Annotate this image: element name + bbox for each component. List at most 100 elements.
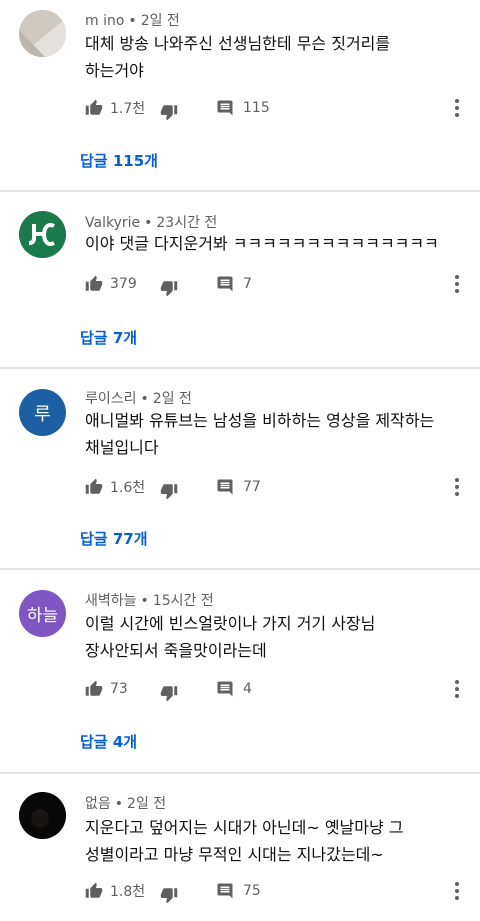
- comment-author[interactable]: 루이스리: [85, 391, 137, 407]
- comment-list: m ino • 2일 전 대체 방송 나와주신 선생님한테 무슨 짓거리를 하는거야…: [0, 0, 480, 921]
- comment-actions: 73 4: [85, 677, 475, 702]
- like-count: 1.7천: [110, 101, 146, 117]
- comment-time: 23시간 전: [156, 215, 218, 231]
- comment-time: 2일 전: [152, 391, 192, 407]
- reply-count: 75: [243, 883, 261, 899]
- view-replies-link[interactable]: 답글 77개: [80, 528, 148, 549]
- thumb-up-icon: [85, 478, 103, 494]
- comment-icon: [217, 883, 233, 899]
- comment-text-line: 이럴 시간에 빈스얼랏이나 가지 거기 사장님: [85, 614, 376, 633]
- comment-time: 2일 전: [140, 13, 180, 29]
- view-replies-link[interactable]: 답글 7개: [80, 327, 137, 348]
- avatar-initial: 루: [34, 403, 51, 425]
- comment: 하늘 새벽하늘 • 15시간 전 이럴 시간에 빈스얼랏이나 가지 거기 사장님 장…: [0, 571, 480, 774]
- thumb-down-icon: [160, 686, 178, 702]
- comment-meta: 루이스리 • 2일 전: [85, 391, 192, 407]
- reply-button[interactable]: 7: [216, 272, 252, 296]
- reply-button[interactable]: 75: [216, 879, 261, 903]
- view-replies-link[interactable]: 답글 115개: [80, 150, 158, 171]
- reply-button[interactable]: 77: [216, 475, 261, 499]
- thumb-down-icon: [160, 281, 178, 297]
- comment-text: 이야 댓글 다지운거봐 ㅋㅋㅋㅋㅋㅋㅋㅋㅋㅋㅋㅋㅋㅋ: [85, 230, 465, 257]
- comment: m ino • 2일 전 대체 방송 나와주신 선생님한테 무슨 짓거리를 하는거야…: [0, 0, 480, 192]
- like-button[interactable]: 379: [85, 272, 137, 296]
- comment-author[interactable]: 새벽하늘: [85, 593, 137, 609]
- comment-text: 대체 방송 나와주신 선생님한테 무슨 짓거리를 하는거야: [85, 30, 465, 84]
- comment-meta: m ino • 2일 전: [85, 13, 180, 29]
- comment-text-line: 애니멀봐 유튜브는 남성을 비하하는 영상을 제작하는: [85, 411, 435, 430]
- avatar[interactable]: 루: [19, 389, 66, 436]
- dislike-button[interactable]: [160, 276, 178, 300]
- like-count: 379: [110, 276, 137, 292]
- comment-meta: 없음 • 2일 전: [85, 796, 167, 812]
- like-button[interactable]: 1.8천: [85, 879, 145, 903]
- comment-text-line: 지운다고 덮어지는 시대가 아닌데~ 옛날마냥 그: [85, 818, 404, 837]
- comment: 없음 • 2일 전 지운다고 덮어지는 시대가 아닌데~ 옛날마냥 그 성별이라고 …: [0, 774, 480, 921]
- comment-actions: 1.7천 115: [85, 96, 475, 121]
- thumb-down-icon: [160, 888, 178, 904]
- reply-button[interactable]: 4: [216, 677, 252, 701]
- like-count: 73: [110, 681, 128, 697]
- dislike-button[interactable]: [160, 883, 178, 907]
- more-vert-icon[interactable]: [453, 879, 461, 903]
- comment-text-line: 대체 방송 나와주신 선생님한테 무슨 짓거리를: [85, 34, 391, 53]
- dislike-button[interactable]: [160, 681, 178, 705]
- more-vert-icon[interactable]: [453, 677, 461, 701]
- view-replies-link[interactable]: 답글 4개: [80, 731, 137, 752]
- comment-meta: Valkyrie • 23시간 전: [85, 215, 218, 231]
- more-vert-icon[interactable]: [453, 272, 461, 296]
- thumb-down-icon: [160, 105, 178, 121]
- comment-icon: [217, 681, 233, 697]
- comment: Valkyrie • 23시간 전 이야 댓글 다지운거봐 ㅋㅋㅋㅋㅋㅋㅋㅋㅋㅋㅋㅋ…: [0, 192, 480, 369]
- thumb-down-icon: [160, 484, 178, 500]
- comment-icon: [217, 479, 233, 495]
- thumb-up-icon: [85, 882, 103, 898]
- more-vert-icon[interactable]: [453, 475, 461, 499]
- comment-actions: 1.6천 77: [85, 475, 475, 500]
- like-button[interactable]: 73: [85, 677, 128, 701]
- comment-icon: [217, 100, 233, 116]
- comment-author[interactable]: Valkyrie: [85, 215, 140, 231]
- reply-count: 4: [243, 681, 252, 697]
- like-count: 1.6천: [110, 480, 146, 496]
- avatar-initial: 하늘: [26, 606, 59, 626]
- comment-text-line: 성별이라고 마냥 무적인 시대는 지나갔는데~: [85, 845, 384, 864]
- comment-text: 지운다고 덮어지는 시대가 아닌데~ 옛날마냥 그 성별이라고 마냥 무적인 시…: [85, 814, 465, 868]
- dislike-button[interactable]: [160, 100, 178, 124]
- comment-actions: 379 7: [85, 272, 475, 297]
- like-button[interactable]: 1.6천: [85, 475, 145, 499]
- thumb-up-icon: [85, 680, 103, 696]
- thumb-up-icon: [85, 99, 103, 115]
- avatar[interactable]: [19, 792, 66, 839]
- comment-icon: [217, 276, 233, 292]
- comment: 루 루이스리 • 2일 전 애니멀봐 유튜브는 남성을 비하하는 영상을 제작하는 …: [0, 369, 480, 570]
- comment-text: 애니멀봐 유튜브는 남성을 비하하는 영상을 제작하는 채널입니다: [85, 407, 465, 461]
- dislike-button[interactable]: [160, 479, 178, 503]
- avatar[interactable]: [19, 10, 66, 57]
- reply-count: 115: [243, 100, 270, 116]
- more-vert-icon[interactable]: [453, 96, 461, 120]
- comment-author[interactable]: 없음: [85, 796, 111, 812]
- avatar-image: [19, 792, 66, 839]
- comment-text-line: 장사안되서 죽을맛이라는데: [85, 641, 267, 660]
- comment-text: 이럴 시간에 빈스얼랏이나 가지 거기 사장님 장사안되서 죽을맛이라는데: [85, 610, 465, 664]
- comment-author[interactable]: m ino: [85, 13, 124, 29]
- reply-count: 7: [243, 276, 252, 292]
- like-button[interactable]: 1.7천: [85, 96, 145, 120]
- reply-button[interactable]: 115: [216, 96, 270, 120]
- like-count: 1.8천: [110, 884, 146, 900]
- avatar[interactable]: 하늘: [19, 590, 66, 637]
- thumb-up-icon: [85, 275, 103, 291]
- comment-time: 2일 전: [127, 796, 167, 812]
- reply-count: 77: [243, 479, 261, 495]
- comment-text-line: 채널입니다: [85, 438, 159, 457]
- comment-actions: 1.8천 75: [85, 879, 475, 904]
- avatar[interactable]: [19, 211, 66, 258]
- divider: [0, 568, 480, 570]
- comment-meta: 새벽하늘 • 15시간 전: [85, 593, 214, 609]
- avatar-image: [19, 10, 66, 57]
- comment-text-line: 하는거야: [85, 61, 144, 80]
- comment-time: 15시간 전: [152, 593, 214, 609]
- avatar-image: [19, 211, 66, 258]
- comment-text-line: 이야 댓글 다지운거봐 ㅋㅋㅋㅋㅋㅋㅋㅋㅋㅋㅋㅋㅋㅋ: [85, 234, 439, 253]
